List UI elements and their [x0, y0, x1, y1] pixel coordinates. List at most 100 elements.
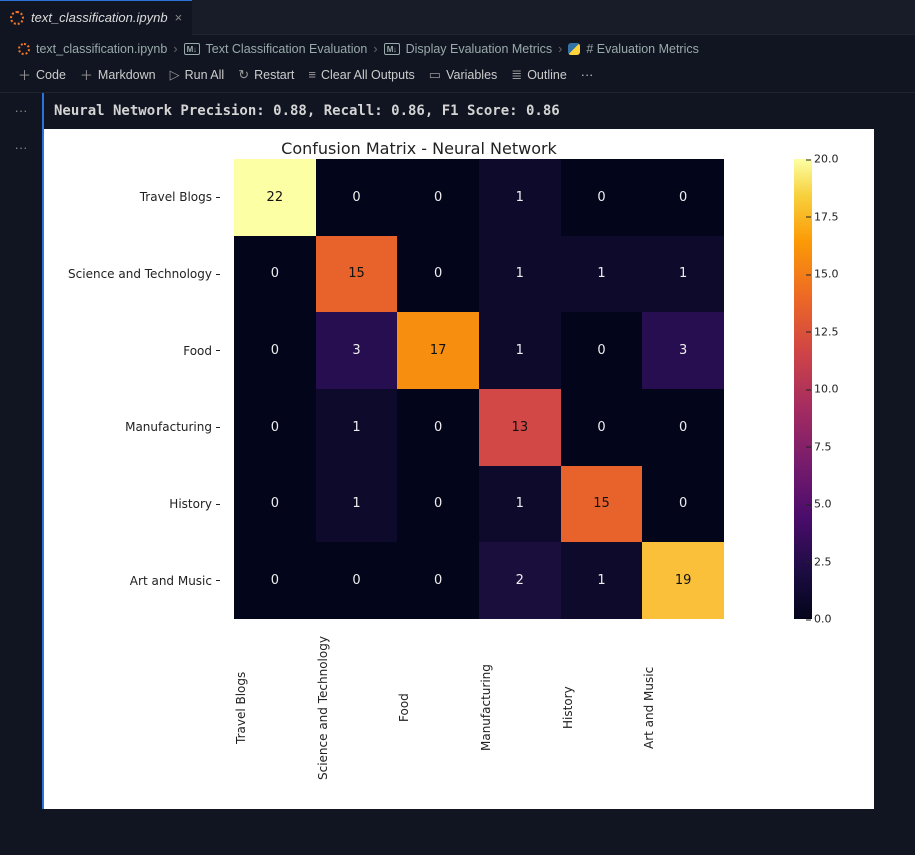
add-code-button[interactable]: ＋Code: [18, 65, 66, 84]
colorbar-tick-label: 12.5: [814, 325, 839, 338]
colorbar-tick-label: 20.0: [814, 153, 839, 166]
x-tick-label: History: [561, 625, 643, 795]
close-icon[interactable]: ×: [175, 10, 183, 25]
x-tick-label: Manufacturing: [479, 625, 561, 795]
variables-icon: ▭: [429, 67, 441, 83]
heatmap-cell: 0: [316, 159, 398, 236]
heatmap-cell: 1: [561, 236, 643, 313]
colorbar-tick-label: 2.5: [814, 555, 832, 568]
heatmap-cell: 1: [561, 542, 643, 619]
heatmap-cell: 17: [397, 312, 479, 389]
heatmap-cell: 0: [397, 466, 479, 543]
breadcrumb-file[interactable]: text_classification.ipynb: [36, 42, 167, 56]
heatmap-cell: 0: [561, 389, 643, 466]
heatmap-cell: 0: [397, 389, 479, 466]
heatmap-cell: 1: [479, 466, 561, 543]
tab-bar: text_classification.ipynb ×: [0, 0, 915, 35]
heatmap-cell: 0: [561, 159, 643, 236]
heatmap-grid: 2200100015011103171030101300010115000021…: [234, 159, 724, 619]
heatmap-cell: 0: [397, 542, 479, 619]
heatmap-cell: 1: [479, 312, 561, 389]
heatmap-cell: 2: [479, 542, 561, 619]
y-axis-labels: Travel Blogs Science and Technology Food…: [44, 159, 226, 619]
cell-menu-icon[interactable]: ···: [0, 103, 42, 118]
notebook-toolbar: ＋Code ＋Markdown ▷Run All ↻Restart ≡Clear…: [0, 63, 915, 93]
heatmap-cell: 0: [642, 389, 724, 466]
cell-output-area: Neural Network Precision: 0.88, Recall: …: [42, 93, 915, 809]
colorbar-ticks: 0.02.55.07.510.012.515.017.520.0: [814, 159, 848, 619]
breadcrumb: text_classification.ipynb › M↓ Text Clas…: [0, 35, 915, 63]
heatmap-cell: 0: [561, 312, 643, 389]
chevron-right-icon: ›: [173, 42, 177, 56]
colorbar-tick-label: 10.0: [814, 383, 839, 396]
plot-title: Confusion Matrix - Neural Network: [44, 139, 794, 158]
breadcrumb-h1[interactable]: Text Classification Evaluation: [206, 42, 368, 56]
heatmap-cell: 15: [561, 466, 643, 543]
clear-icon: ≡: [308, 67, 316, 82]
x-axis-labels: Travel BlogsScience and TechnologyFoodMa…: [234, 625, 724, 795]
outline-button[interactable]: ≣Outline: [511, 67, 567, 83]
restart-button[interactable]: ↻Restart: [238, 67, 294, 83]
heatmap-cell: 0: [397, 159, 479, 236]
heatmap-cell: 0: [397, 236, 479, 313]
restart-icon: ↻: [238, 67, 249, 83]
heatmap-cell: 1: [316, 466, 398, 543]
jupyter-icon: [18, 43, 30, 55]
colorbar-tick-label: 7.5: [814, 440, 832, 453]
y-tick-label: History: [44, 466, 226, 543]
x-tick-label: Travel Blogs: [234, 625, 316, 795]
colorbar-tick-label: 17.5: [814, 210, 839, 223]
heatmap-cell: 1: [642, 236, 724, 313]
cell-gutter: ··· ···: [0, 93, 42, 809]
python-icon: [568, 43, 580, 55]
jupyter-icon: [10, 11, 24, 25]
heatmap-cell: 0: [234, 466, 316, 543]
heatmap-cell: 0: [234, 542, 316, 619]
heatmap-cell: 0: [234, 236, 316, 313]
outline-icon: ≣: [511, 67, 522, 83]
heatmap-cell: 3: [642, 312, 724, 389]
heatmap-cell: 0: [234, 389, 316, 466]
confusion-matrix-plot: Confusion Matrix - Neural Network Travel…: [44, 129, 874, 809]
y-tick-label: Science and Technology: [44, 236, 226, 313]
plus-icon: ＋: [80, 65, 93, 84]
heatmap-cell: 0: [642, 466, 724, 543]
y-tick-label: Art and Music: [44, 542, 226, 619]
x-tick-label: Food: [397, 625, 479, 795]
heatmap-cell: 0: [316, 542, 398, 619]
heatmap-cell: 19: [642, 542, 724, 619]
heatmap-cell: 22: [234, 159, 316, 236]
breadcrumb-h2[interactable]: Display Evaluation Metrics: [406, 42, 553, 56]
y-tick-label: Food: [44, 312, 226, 389]
colorbar-tick-label: 15.0: [814, 268, 839, 281]
cell-menu-icon[interactable]: ···: [0, 140, 42, 155]
plus-icon: ＋: [18, 65, 31, 84]
heatmap-cell: 15: [316, 236, 398, 313]
run-all-button[interactable]: ▷Run All: [170, 67, 225, 83]
colorbar-tick-label: 0.0: [814, 613, 832, 626]
heatmap-cell: 1: [316, 389, 398, 466]
output-text: Neural Network Precision: 0.88, Recall: …: [44, 103, 915, 129]
chevron-right-icon: ›: [558, 42, 562, 56]
file-tab[interactable]: text_classification.ipynb ×: [0, 0, 192, 35]
variables-button[interactable]: ▭Variables: [429, 67, 497, 83]
clear-outputs-button[interactable]: ≡Clear All Outputs: [308, 67, 414, 82]
colorbar-tick-label: 5.0: [814, 498, 832, 511]
breadcrumb-cell[interactable]: # Evaluation Metrics: [586, 42, 699, 56]
heatmap-cell: 13: [479, 389, 561, 466]
heatmap-cell: 1: [479, 236, 561, 313]
y-tick-label: Manufacturing: [44, 389, 226, 466]
heatmap-cell: 0: [642, 159, 724, 236]
x-tick-label: Art and Music: [642, 625, 724, 795]
add-markdown-button[interactable]: ＋Markdown: [80, 65, 156, 84]
x-tick-label: Science and Technology: [316, 625, 398, 795]
markdown-icon: M↓: [384, 43, 400, 55]
heatmap-cell: 1: [479, 159, 561, 236]
markdown-icon: M↓: [184, 43, 200, 55]
heatmap-cell: 0: [234, 312, 316, 389]
more-button[interactable]: ···: [581, 68, 594, 82]
play-all-icon: ▷: [170, 67, 180, 83]
y-tick-label: Travel Blogs: [44, 159, 226, 236]
tab-title: text_classification.ipynb: [31, 10, 168, 25]
heatmap-cell: 3: [316, 312, 398, 389]
